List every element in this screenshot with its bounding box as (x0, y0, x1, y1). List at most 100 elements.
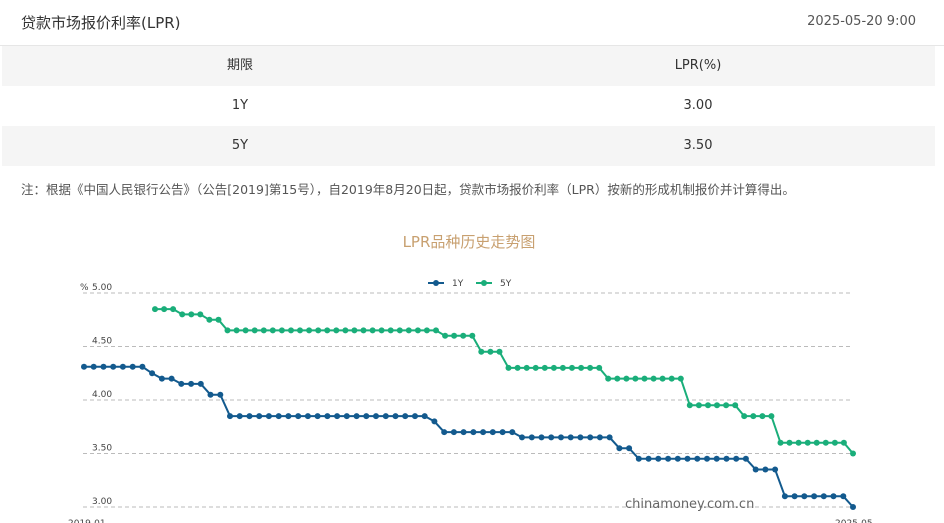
data-point-5Y (215, 316, 222, 323)
data-point-5Y (451, 332, 458, 339)
data-point-1Y (499, 429, 506, 436)
data-point-5Y (233, 327, 240, 334)
data-point-1Y (197, 380, 204, 387)
y-tick-label: 3.50 (92, 444, 112, 454)
data-point-5Y (641, 375, 648, 382)
data-point-5Y (804, 439, 811, 446)
data-point-1Y (236, 413, 243, 420)
data-point-5Y (695, 402, 702, 409)
y-axis-unit: % (80, 283, 89, 293)
data-point-1Y (382, 413, 389, 420)
data-point-5Y (559, 364, 566, 371)
data-point-1Y (635, 455, 642, 462)
data-point-1Y (324, 413, 331, 420)
data-point-5Y (496, 348, 503, 355)
data-point-5Y (768, 413, 775, 420)
data-point-5Y (324, 327, 331, 334)
data-point-1Y (119, 363, 126, 370)
data-point-1Y (596, 434, 603, 441)
data-point-5Y (405, 327, 412, 334)
data-point-5Y (288, 327, 294, 334)
data-point-1Y (178, 380, 185, 387)
data-point-5Y (532, 364, 539, 371)
data-point-5Y (342, 327, 349, 334)
data-point-1Y (528, 434, 535, 441)
data-point-1Y (801, 493, 808, 500)
data-point-1Y (139, 363, 146, 370)
data-point-1Y (470, 429, 477, 436)
footnote: 注：根据《中国人民银行公告》（公告[2019]第15号），自2019年8月20日… (21, 182, 795, 197)
data-point-5Y (723, 402, 730, 409)
data-point-5Y (433, 327, 439, 334)
data-point-1Y (373, 413, 379, 420)
data-point-1Y (81, 363, 87, 370)
data-point-5Y (822, 439, 829, 446)
data-point-1Y (840, 493, 847, 500)
column-header-term: 期限 (226, 58, 253, 73)
data-point-5Y (396, 327, 403, 334)
data-point-1Y (207, 391, 214, 398)
data-point-5Y (777, 439, 784, 446)
data-point-1Y (577, 434, 584, 441)
data-point-1Y (412, 413, 418, 420)
data-point-1Y (353, 413, 360, 420)
data-point-1Y (421, 413, 428, 420)
data-point-1Y (285, 413, 292, 420)
data-point-5Y (351, 327, 358, 334)
data-point-5Y (750, 413, 757, 420)
rate-cell: 3.50 (683, 138, 713, 153)
data-point-1Y (441, 429, 448, 436)
series-line-1Y (84, 365, 854, 508)
data-point-1Y (265, 413, 272, 420)
data-point-1Y (450, 429, 457, 436)
data-point-5Y (306, 327, 313, 334)
data-point-1Y (519, 434, 525, 441)
data-point-1Y (558, 434, 564, 441)
data-point-1Y (645, 455, 652, 462)
data-point-5Y (732, 402, 739, 409)
term-cell: 5Y (231, 138, 249, 153)
data-point-5Y (260, 327, 267, 334)
x-tick-label: 2019-01 (68, 519, 106, 523)
data-point-1Y (256, 413, 263, 420)
header-bar: 贷款市场报价利率(LPR) 2025-05-20 9:00 (0, 0, 944, 46)
data-point-5Y (487, 348, 494, 355)
data-point-5Y (333, 327, 340, 334)
data-point-1Y (217, 391, 224, 398)
data-point-1Y (587, 434, 594, 441)
data-point-5Y (278, 327, 285, 334)
data-point-1Y (480, 429, 487, 436)
data-point-5Y (523, 364, 530, 371)
data-point-1Y (742, 455, 749, 462)
data-point-5Y (578, 364, 585, 371)
data-point-5Y (315, 327, 322, 334)
legend-label: 5Y (500, 279, 512, 289)
data-point-5Y (242, 327, 249, 334)
data-point-5Y (677, 375, 684, 382)
watermark: chinamoney.com.cn (625, 497, 755, 512)
data-point-1Y (772, 466, 779, 473)
data-point-1Y (684, 455, 691, 462)
data-point-1Y (110, 363, 117, 370)
y-tick-label: 3.00 (92, 497, 112, 507)
term-cell: 1Y (231, 98, 249, 113)
y-tick-label: 5.00 (92, 283, 112, 293)
table-row: 1Y 3.00 (2, 86, 935, 126)
legend-marker (481, 280, 487, 286)
data-point-5Y (596, 364, 603, 371)
data-point-1Y (674, 455, 681, 462)
legend-label: 1Y (452, 279, 464, 289)
lpr-table: 期限 LPR(%) 1Y 3.00 5Y 3.50 (2, 46, 935, 166)
data-point-5Y (423, 327, 430, 334)
data-point-1Y (820, 493, 827, 500)
data-point-5Y (442, 332, 449, 339)
data-point-1Y (567, 434, 574, 441)
data-point-5Y (759, 413, 766, 420)
data-point-5Y (813, 439, 820, 446)
page-title: 贷款市场报价利率(LPR) (21, 14, 181, 32)
data-point-5Y (686, 402, 693, 409)
data-point-1Y (402, 413, 409, 420)
data-point-5Y (605, 375, 612, 382)
data-point-5Y (850, 450, 856, 457)
data-point-1Y (334, 413, 341, 420)
